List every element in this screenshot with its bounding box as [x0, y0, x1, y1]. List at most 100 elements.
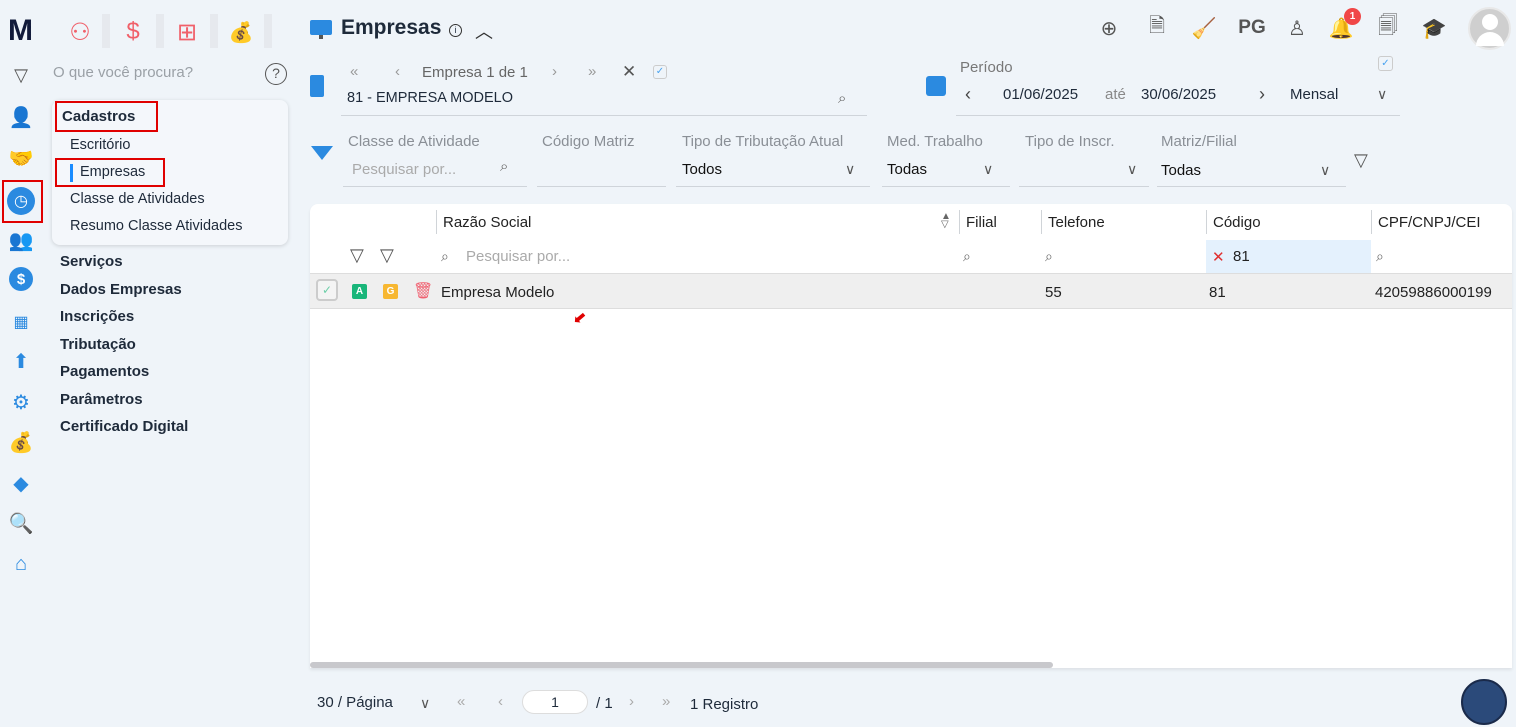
clock-icon[interactable]: ◷	[7, 187, 35, 215]
col-telefone[interactable]: Telefone	[1048, 214, 1105, 231]
broom-icon[interactable]: 🧹	[1190, 14, 1218, 42]
period-from[interactable]: 01/06/2025	[1003, 86, 1078, 103]
home-icon[interactable]: ⌂	[8, 551, 34, 577]
clear-empresa-button[interactable]: ✕	[622, 62, 636, 82]
handshake-icon[interactable]: 🤝	[8, 145, 34, 171]
collapse-chevron-icon[interactable]: ︿	[475, 18, 493, 44]
filial-search-icon[interactable]: ⌕	[963, 248, 971, 265]
filter-matriz-filial-select[interactable]: Todas	[1161, 162, 1201, 179]
filter-icon[interactable]: ▽	[380, 245, 394, 266]
dollar-circle-icon[interactable]: $	[9, 267, 33, 291]
col-razao-social[interactable]: Razão Social	[443, 214, 531, 231]
trash-icon[interactable]: 🗑	[413, 281, 433, 301]
first-page-button[interactable]: «	[457, 693, 465, 710]
menu-tributacao[interactable]: Tributação	[60, 336, 136, 353]
last-page-button[interactable]: »	[662, 693, 670, 710]
filter-classe-input[interactable]: Pesquisar por...	[352, 161, 456, 178]
user-tie-icon[interactable]: ♙	[1283, 14, 1311, 42]
menu-inscricoes[interactable]: Inscrições	[60, 308, 134, 325]
arrow-percent-icon[interactable]: ⬆	[8, 348, 34, 374]
page-input[interactable]: 1	[522, 690, 588, 714]
first-empresa-button[interactable]: «	[350, 63, 358, 80]
money-bag-icon[interactable]: 💰	[8, 429, 34, 455]
users-icon[interactable]: ⚇	[60, 16, 100, 48]
badge-g[interactable]: G	[383, 284, 398, 299]
layers-icon[interactable]: ◆	[8, 470, 34, 496]
user-settings-icon[interactable]: 👤	[8, 104, 34, 130]
codigo-filter-value[interactable]: 81	[1233, 248, 1250, 265]
filter-tributacao-select[interactable]: Todos	[682, 161, 722, 178]
info-icon[interactable]: i	[449, 24, 462, 37]
period-mode-select[interactable]: Mensal	[1290, 86, 1338, 103]
app-logo[interactable]: M	[8, 14, 33, 48]
empresa-checkbox[interactable]: ✓	[653, 65, 667, 79]
sort-icon[interactable]: ▲ ▽	[941, 212, 951, 230]
codigo-search-field[interactable]	[1206, 240, 1371, 274]
prev-period-button[interactable]: ‹	[965, 84, 971, 105]
cell-razao[interactable]: Empresa Modelo	[441, 284, 554, 301]
search-icon[interactable]: 🔍	[8, 510, 34, 536]
chevron-down-icon[interactable]: ∨	[1377, 86, 1387, 103]
document-icon[interactable]: 🗎	[1143, 14, 1171, 42]
period-to[interactable]: 30/06/2025	[1141, 86, 1216, 103]
horizontal-scrollbar[interactable]	[310, 662, 1053, 668]
col-codigo[interactable]: Código	[1213, 214, 1261, 231]
prev-empresa-button[interactable]: ‹	[395, 63, 400, 80]
red-arrow-annotation: ⬅	[569, 307, 591, 330]
next-empresa-button[interactable]: ›	[552, 63, 557, 80]
help-icon[interactable]: ?	[265, 63, 287, 85]
chevron-down-icon[interactable]: ∨	[845, 161, 855, 178]
money-bag-icon[interactable]: 💰	[221, 16, 261, 48]
row-checkbox[interactable]: ✓	[316, 279, 338, 301]
submenu-classe-atividades[interactable]: Classe de Atividades	[70, 191, 205, 207]
submenu-resumo-classe[interactable]: Resumo Classe Atividades	[70, 218, 242, 234]
menu-servicos[interactable]: Serviços	[60, 253, 123, 270]
report-search-icon[interactable]: 🗐	[1374, 14, 1402, 42]
calculator-icon[interactable]: ⊞	[167, 16, 207, 48]
graduation-cap-icon[interactable]: 🎓	[1420, 14, 1448, 42]
filter-label-classe: Classe de Atividade	[348, 133, 480, 150]
assistant-avatar[interactable]	[1461, 679, 1507, 725]
prev-page-button[interactable]: ‹	[498, 693, 503, 710]
menu-certificado[interactable]: Certificado Digital	[60, 418, 188, 435]
telefone-search-icon[interactable]: ⌕	[1045, 248, 1053, 265]
filter-icon[interactable]: ▽	[8, 62, 34, 88]
next-period-button[interactable]: ›	[1259, 84, 1265, 105]
chevron-down-icon[interactable]: ∨	[420, 695, 430, 712]
filter-codigo-matriz-input[interactable]	[537, 186, 666, 187]
advanced-filter-icon[interactable]: ▽	[1354, 150, 1368, 171]
menu-parametros[interactable]: Parâmetros	[60, 391, 143, 408]
menu-dados-empresas[interactable]: Dados Empresas	[60, 281, 182, 298]
chevron-down-icon[interactable]: ∨	[1320, 162, 1330, 179]
submenu-empresas[interactable]: Empresas	[80, 164, 145, 180]
clear-filter-icon[interactable]: ✕	[1212, 248, 1225, 266]
col-cpf-cnpj[interactable]: CPF/CNPJ/CEI	[1378, 214, 1481, 231]
cpf-search-icon[interactable]: ⌕	[1376, 248, 1384, 265]
submenu-escritorio[interactable]: Escritório	[70, 137, 130, 153]
filter-med-trabalho-select[interactable]: Todas	[887, 161, 927, 178]
filter-funnel-icon	[311, 146, 333, 160]
search-icon[interactable]: ⌕	[500, 158, 508, 175]
badge-a[interactable]: A	[352, 284, 367, 299]
chevron-down-icon[interactable]: ∨	[983, 161, 993, 178]
record-count: 1 Registro	[690, 696, 759, 713]
search-icon[interactable]: ⌕	[838, 90, 846, 107]
col-filial[interactable]: Filial	[966, 214, 997, 231]
add-circle-icon[interactable]: ⊕	[1095, 14, 1123, 42]
empresa-select[interactable]: 81 - EMPRESA MODELO	[347, 90, 513, 106]
filter-tipo-inscr-select[interactable]: ∨	[1127, 161, 1137, 178]
gear-icon[interactable]: ⚙	[8, 389, 34, 415]
periodo-checkbox[interactable]: ✓	[1378, 56, 1393, 71]
page-size-select[interactable]: 30 / Página	[317, 694, 393, 711]
last-empresa-button[interactable]: »	[588, 63, 596, 80]
filter-icon[interactable]: ▽	[350, 245, 364, 266]
pg-button[interactable]: PG	[1236, 14, 1268, 42]
next-page-button[interactable]: ›	[629, 693, 634, 710]
menu-search-input[interactable]: O que você procura?	[53, 64, 193, 81]
dollar-icon[interactable]: $	[113, 16, 153, 48]
people-icon[interactable]: 👥	[8, 227, 34, 253]
menu-section-cadastros[interactable]: Cadastros	[62, 108, 135, 125]
calculator-icon[interactable]: ▦	[8, 309, 34, 335]
razao-search-input[interactable]: Pesquisar por...	[466, 248, 570, 265]
menu-pagamentos[interactable]: Pagamentos	[60, 363, 149, 380]
